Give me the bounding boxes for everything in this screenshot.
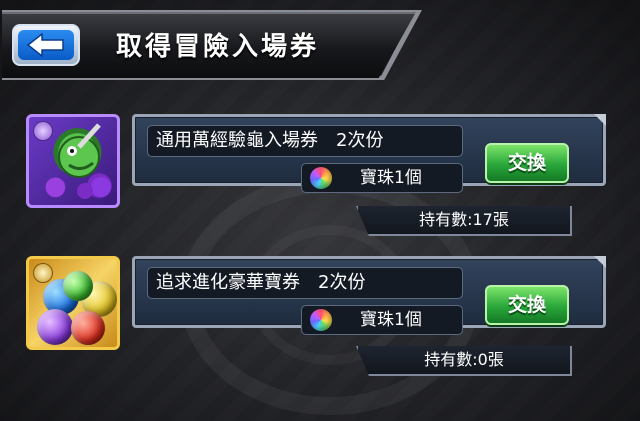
ticket-name: 通用萬經驗龜入場券 2次份: [147, 125, 463, 157]
back-arrow-icon: [26, 33, 64, 57]
cost-box: 寶珠1個: [301, 163, 463, 193]
back-button[interactable]: [12, 24, 80, 66]
cost-label: 寶珠1個: [360, 310, 422, 330]
turtle-character-icon: [58, 123, 111, 199]
orb-gem-icon: [310, 167, 332, 189]
page-title: 取得冒險入場券: [116, 32, 320, 62]
owned-count: 持有數:17張: [356, 206, 572, 236]
evolution-ticket-icon: [26, 256, 120, 350]
exchange-button[interactable]: 交換: [485, 285, 569, 325]
cost-box: 寶珠1個: [301, 305, 463, 335]
green-orb-icon: [63, 271, 93, 301]
badge-icon: [33, 263, 53, 283]
ticket-name: 追求進化豪華寶券 2次份: [147, 267, 463, 299]
exchange-button[interactable]: 交換: [485, 143, 569, 183]
owned-count: 持有數:0張: [356, 346, 572, 376]
cost-label: 寶珠1個: [360, 168, 422, 188]
red-orb-icon: [71, 311, 105, 345]
turtle-ticket-icon: [26, 114, 120, 208]
purple-orb-icon: [37, 309, 73, 345]
ticket-card: 通用萬經驗龜入場券 2次份 寶珠1個 交換: [132, 114, 606, 193]
ticket-card: 追求進化豪華寶券 2次份 寶珠1個 交換: [132, 256, 606, 335]
header: 取得冒險入場券: [0, 0, 640, 86]
orb-gem-icon: [310, 309, 332, 331]
